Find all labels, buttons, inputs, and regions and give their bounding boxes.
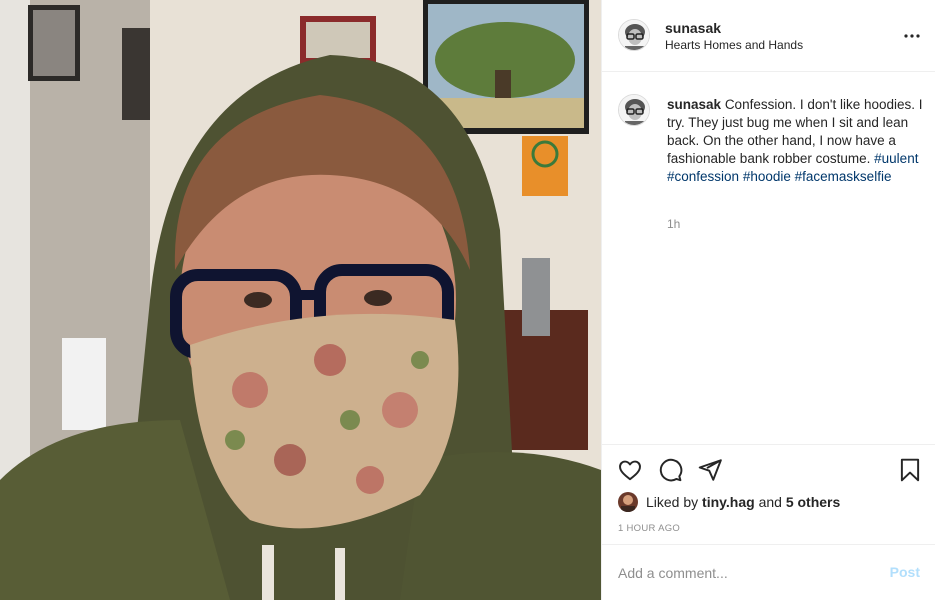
comment-box: Post xyxy=(602,544,935,600)
avatar-image xyxy=(619,20,649,50)
comment-icon[interactable] xyxy=(657,457,683,483)
post-comment-button[interactable]: Post xyxy=(890,564,920,580)
heart-icon[interactable] xyxy=(617,457,643,483)
bookmark-icon[interactable] xyxy=(897,457,923,483)
likes-and: and xyxy=(758,494,782,510)
post-header: sunasak Hearts Homes and Hands xyxy=(602,0,935,72)
likes-others-link[interactable]: 5 others xyxy=(786,494,840,510)
header-avatar[interactable] xyxy=(618,19,650,51)
more-options-icon[interactable] xyxy=(900,24,924,48)
post-side-panel: sunasak Hearts Homes and Hands sunasak C… xyxy=(601,0,935,600)
comment-input[interactable] xyxy=(618,562,868,584)
likes-summary: Liked by tiny.hag and 5 others xyxy=(618,491,840,513)
likes-prefix: Liked by xyxy=(646,494,699,510)
caption-avatar[interactable] xyxy=(618,94,650,126)
liker-username[interactable]: tiny.hag xyxy=(702,494,755,510)
caption-time[interactable]: 1h xyxy=(667,217,680,231)
hashtag-hoodie[interactable]: #hoodie xyxy=(743,169,791,184)
post-photo[interactable] xyxy=(0,0,601,600)
post-photo-image xyxy=(0,0,601,600)
hashtag-confession[interactable]: #confession xyxy=(667,169,739,184)
hashtag-facemaskselfie[interactable]: #facemaskselfie xyxy=(795,169,892,184)
caption: sunasak Confession. I don't like hoodies… xyxy=(667,96,923,186)
share-icon[interactable] xyxy=(697,457,723,483)
comments-area: sunasak Confession. I don't like hoodies… xyxy=(602,72,935,444)
avatar-image xyxy=(619,95,649,125)
header-username[interactable]: sunasak xyxy=(665,20,721,36)
post-timestamp[interactable]: 1 HOUR AGO xyxy=(618,523,680,534)
actions-bar: Liked by tiny.hag and 5 others 1 HOUR AG… xyxy=(602,444,935,544)
caption-username[interactable]: sunasak xyxy=(667,97,721,112)
hashtag-uulent[interactable]: #uulent xyxy=(874,151,918,166)
liker-avatar[interactable] xyxy=(618,492,638,512)
header-location[interactable]: Hearts Homes and Hands xyxy=(665,38,803,52)
